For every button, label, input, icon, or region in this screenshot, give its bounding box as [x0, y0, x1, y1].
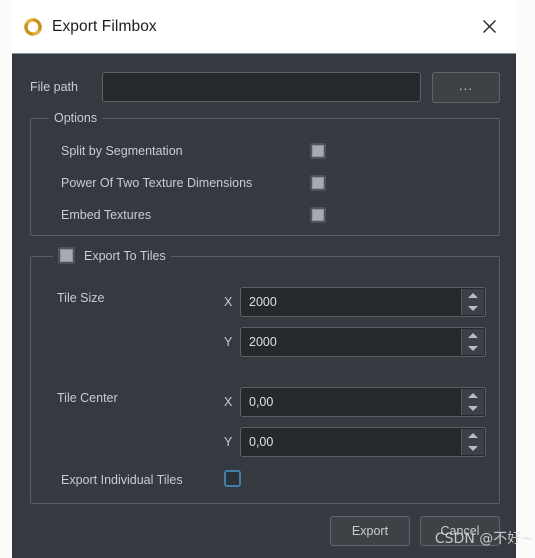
tile-size-x-spin-arrows[interactable] [461, 289, 484, 315]
checkbox-export-individual-tiles[interactable] [224, 470, 241, 487]
export-to-tiles-group: Export To Tiles Tile Size X Y [30, 247, 500, 504]
dialog-footer: Export Cancel [330, 516, 500, 546]
triangle-down-icon [468, 346, 478, 351]
swirl-icon [24, 17, 42, 36]
tile-size-y-spinbox[interactable] [240, 327, 486, 357]
tile-center-x-input[interactable] [241, 389, 457, 415]
tile-size-x-spinbox[interactable] [240, 287, 486, 317]
window-title: Export Filmbox [52, 17, 157, 35]
option-label-split-by-segmentation: Split by Segmentation [61, 144, 183, 158]
tile-size-y-input[interactable] [241, 329, 457, 355]
option-label-embed-textures: Embed Textures [61, 208, 152, 222]
option-row-split-by-segmentation: Split by Segmentation [61, 142, 489, 160]
option-row-embed-textures: Embed Textures [61, 206, 489, 224]
browse-button[interactable]: ... [432, 71, 500, 103]
export-to-tiles-label: Export To Tiles [84, 248, 166, 263]
tile-center-y-spinbox[interactable] [240, 427, 486, 457]
option-label-power-of-two-texture-dimensions: Power Of Two Texture Dimensions [61, 176, 253, 190]
options-group: Options Split by Segmentation Power Of T… [30, 111, 500, 236]
tile-center-x-axis-label: X [224, 395, 233, 409]
tile-center-x-spinbox[interactable] [240, 387, 486, 417]
tile-center-x-row: X [224, 387, 486, 417]
export-to-tiles-group-title: Export To Tiles [53, 247, 171, 264]
option-row-power-of-two-texture-dimensions: Power Of Two Texture Dimensions [61, 174, 489, 192]
tile-size-x-axis-label: X [224, 295, 233, 309]
tile-size-y-spin-down[interactable] [462, 342, 484, 355]
checkbox-power-of-two-texture-dimensions[interactable] [310, 175, 326, 191]
triangle-up-icon [468, 393, 478, 398]
dialog-body: File path ... Options Split by Segmentat… [12, 54, 516, 558]
checkbox-embed-textures[interactable] [310, 207, 326, 223]
tile-center-y-axis-label: Y [224, 435, 233, 449]
option-label-export-individual-tiles: Export Individual Tiles [61, 473, 183, 487]
file-path-input[interactable] [102, 72, 421, 102]
option-row-export-individual-tiles: Export Individual Tiles [61, 470, 489, 489]
tile-size-x-spin-down[interactable] [462, 302, 484, 315]
close-icon [482, 20, 496, 33]
options-group-title: Options [49, 111, 103, 125]
export-filmbox-dialog: Export Filmbox File path ... Options Spl… [12, 0, 516, 558]
title-bar: Export Filmbox [12, 0, 516, 54]
tile-center-y-row: Y [224, 427, 486, 457]
export-button[interactable]: Export [330, 516, 410, 546]
file-path-label: File path [30, 80, 78, 94]
tile-center-y-input[interactable] [241, 429, 457, 455]
tile-center-y-spin-down[interactable] [462, 442, 484, 455]
checkbox-export-to-tiles[interactable] [58, 247, 75, 264]
tile-size-label: Tile Size [57, 291, 105, 305]
tile-center-x-spin-down[interactable] [462, 402, 484, 415]
tile-center-x-spin-arrows[interactable] [461, 389, 484, 415]
tile-center-x-spin-up[interactable] [462, 389, 484, 402]
triangle-up-icon [468, 333, 478, 338]
triangle-up-icon [468, 433, 478, 438]
triangle-up-icon [468, 293, 478, 298]
triangle-down-icon [468, 446, 478, 451]
close-button[interactable] [476, 14, 502, 40]
tile-center-y-spin-up[interactable] [462, 429, 484, 442]
triangle-down-icon [468, 306, 478, 311]
triangle-down-icon [468, 406, 478, 411]
tile-size-x-spin-up[interactable] [462, 289, 484, 302]
tile-size-y-spin-arrows[interactable] [461, 329, 484, 355]
checkbox-split-by-segmentation[interactable] [310, 143, 326, 159]
tile-size-y-spin-up[interactable] [462, 329, 484, 342]
cancel-button[interactable]: Cancel [420, 516, 500, 546]
tile-size-y-axis-label: Y [224, 335, 233, 349]
tile-size-x-row: X [224, 287, 486, 317]
tile-center-y-spin-arrows[interactable] [461, 429, 484, 455]
file-path-row: File path ... [30, 71, 500, 103]
tile-center-label: Tile Center [57, 391, 118, 405]
tile-size-y-row: Y [224, 327, 486, 357]
tile-size-x-input[interactable] [241, 289, 457, 315]
